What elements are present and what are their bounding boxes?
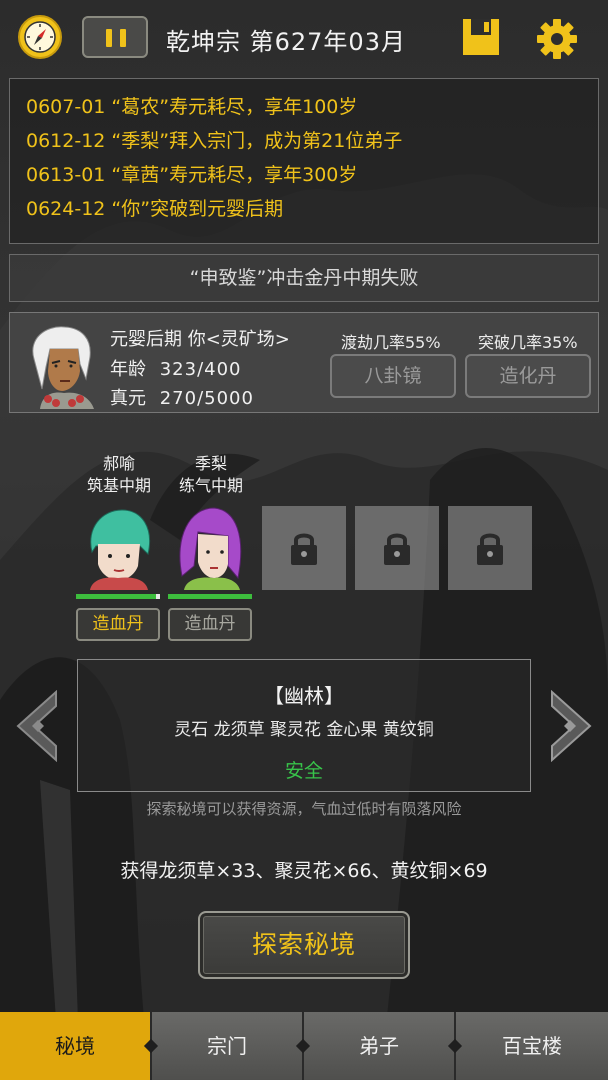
- disciple-1-hp-bar: [76, 594, 156, 599]
- secret-realm-panel: 【幽林】 灵石 龙须草 聚灵花 金心果 黄纹铜 安全: [77, 659, 531, 792]
- disciple-1-portrait[interactable]: [76, 506, 160, 590]
- energy-label: 真元: [110, 388, 146, 409]
- disciple-2-portrait[interactable]: [168, 506, 252, 590]
- lock-icon: [477, 533, 503, 565]
- bagua-mirror-button[interactable]: 八卦镜: [330, 354, 456, 398]
- breakthrough-rate: 突破几率35%: [478, 333, 578, 352]
- tab-disciples[interactable]: 弟子: [304, 1012, 456, 1080]
- disciple-1-label: 郝喻 筑基中期: [74, 453, 164, 497]
- log-entry: 0613-01 “章茜”寿元耗尽，享年300岁: [26, 164, 358, 186]
- explore-result: 获得龙须草×33、聚灵花×66、黄纹铜×69: [120, 860, 488, 882]
- age-value: 323/400: [159, 359, 242, 380]
- realm-safety-status: 安全: [284, 760, 323, 782]
- next-realm-arrow-icon[interactable]: [546, 690, 596, 762]
- player-energy-row: 真元 270/5000: [110, 384, 254, 410]
- disciple-realm: 练气中期: [178, 476, 243, 495]
- player-panel: 元婴后期 你<灵矿场> 年龄 323/400 真元 270/5000 渡劫几率5…: [9, 312, 599, 413]
- disciple-realm: 筑基中期: [86, 476, 151, 495]
- compass-icon[interactable]: [17, 14, 63, 60]
- lock-icon: [384, 533, 410, 565]
- disciple-2-label: 季梨 练气中期: [166, 453, 256, 497]
- disciple-name: 郝喻: [102, 454, 135, 473]
- pause-button[interactable]: [82, 16, 148, 58]
- explore-realm-button[interactable]: 探索秘境: [198, 911, 410, 979]
- bottom-nav: 秘境 宗门 弟子 百宝楼: [0, 1012, 608, 1080]
- tab-sect[interactable]: 宗门: [152, 1012, 304, 1080]
- prev-realm-arrow-icon[interactable]: [12, 690, 62, 762]
- sect-year-title: 乾坤宗 第627年03月: [166, 28, 406, 56]
- lock-icon: [291, 533, 317, 565]
- disciple-1-blood-pill-button[interactable]: 造血丹: [76, 608, 160, 641]
- player-avatar: [32, 326, 94, 409]
- log-entry: 0607-01 “葛农”寿元耗尽，享年100岁: [26, 96, 358, 118]
- realm-resources: 灵石 龙须草 聚灵花 金心果 黄纹铜: [174, 720, 434, 740]
- locked-slot[interactable]: [262, 506, 346, 590]
- locked-slot[interactable]: [448, 506, 532, 590]
- gear-icon[interactable]: [535, 17, 579, 61]
- energy-value: 270/5000: [159, 388, 254, 409]
- player-realm: 元婴后期 你<灵矿场>: [110, 329, 290, 350]
- top-bar: 乾坤宗 第627年03月: [0, 0, 608, 78]
- save-icon[interactable]: [461, 17, 501, 57]
- log-entry: 0612-12 “季梨”拜入宗门，成为第21位弟子: [26, 130, 403, 152]
- disciple-2-blood-pill-button[interactable]: 造血丹: [168, 608, 252, 641]
- disciple-2-hp-bar: [168, 594, 252, 599]
- notice-banner: “申致鉴”冲击金丹中期失败: [9, 254, 599, 302]
- explore-hint: 探索秘境可以获得资源，气血过低时有陨落风险: [146, 800, 462, 818]
- disciple-1-hp-missing: [156, 594, 160, 599]
- tribulation-rate: 渡劫几率55%: [341, 333, 441, 352]
- event-log: 0607-01 “葛农”寿元耗尽，享年100岁 0612-12 “季梨”拜入宗门…: [9, 78, 599, 244]
- locked-slot[interactable]: [355, 506, 439, 590]
- pause-icon: [106, 29, 112, 47]
- tab-treasure-house[interactable]: 百宝楼: [456, 1012, 608, 1080]
- age-label: 年龄: [110, 359, 146, 380]
- disciple-name: 季梨: [194, 454, 227, 473]
- realm-name: 【幽林】: [264, 684, 344, 708]
- log-entry: 0624-12 “你”突破到元婴后期: [26, 198, 284, 220]
- player-age-row: 年龄 323/400: [110, 355, 242, 381]
- pause-icon-bar: [120, 29, 126, 47]
- tab-secret-realm[interactable]: 秘境: [0, 1012, 152, 1080]
- creation-pill-button[interactable]: 造化丹: [465, 354, 591, 398]
